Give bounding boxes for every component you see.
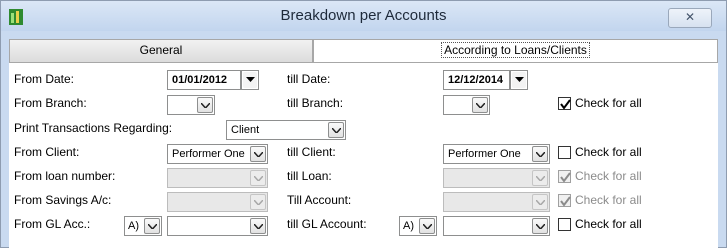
- title-bar: Breakdown per Accounts ✕: [1, 1, 726, 31]
- chevron-down-icon: [536, 224, 545, 229]
- from-savings-label: From Savings A/c:: [14, 193, 112, 207]
- client-check-all-checkbox[interactable]: [558, 146, 571, 159]
- branch-check-all-label: Check for all: [575, 96, 642, 110]
- close-button[interactable]: ✕: [668, 8, 712, 28]
- close-icon: ✕: [684, 10, 696, 24]
- till-gl-prefix-value: A): [403, 220, 414, 232]
- till-account-label: Till Account:: [287, 193, 352, 207]
- chevron-down-icon: [423, 224, 432, 229]
- window-title: Breakdown per Accounts: [280, 7, 447, 24]
- chevron-down-icon: [515, 77, 524, 82]
- client-check-all-label: Check for all: [575, 145, 642, 159]
- chevron-down-icon: [201, 103, 210, 108]
- chevron-down-icon: [536, 152, 545, 157]
- from-branch-label: From Branch:: [14, 96, 87, 110]
- print-regarding-select[interactable]: Client: [226, 120, 346, 140]
- from-gl-label: From GL Acc.:: [14, 217, 91, 231]
- savings-check-all-label: Check for all: [575, 193, 642, 207]
- chevron-down-icon: [536, 200, 545, 205]
- till-account-select: [443, 192, 550, 212]
- till-date-label: till Date:: [287, 72, 331, 86]
- from-savings-select: [167, 192, 268, 212]
- till-client-select[interactable]: Performer One: [443, 144, 550, 164]
- till-loan-label: till Loan:: [287, 169, 332, 183]
- from-loan-label: From loan number:: [14, 169, 116, 183]
- from-date-value: 01/01/2012: [172, 74, 228, 86]
- from-client-value: Performer One: [172, 148, 245, 160]
- tab-divider: [9, 62, 718, 63]
- till-gl-prefix-select[interactable]: A): [399, 216, 437, 236]
- till-gl-select[interactable]: [443, 216, 550, 236]
- chevron-down-icon: [476, 103, 485, 108]
- tab-loans-clients-label: According to Loans/Clients: [441, 42, 590, 58]
- loan-check-all-label: Check for all: [575, 169, 642, 183]
- chevron-down-icon: [148, 224, 157, 229]
- chevron-down-icon: [254, 224, 263, 229]
- chevron-down-icon: [254, 152, 263, 157]
- till-client-value: Performer One: [448, 148, 521, 160]
- from-client-select[interactable]: Performer One: [167, 144, 268, 164]
- from-date-field[interactable]: 01/01/2012: [167, 70, 241, 90]
- checkmark-icon: [560, 99, 571, 110]
- from-gl-select[interactable]: [167, 216, 268, 236]
- tab-general[interactable]: General: [9, 39, 313, 62]
- chevron-down-icon: [332, 128, 341, 133]
- till-branch-label: till Branch:: [287, 96, 344, 110]
- savings-check-all-checkbox[interactable]: [558, 194, 571, 207]
- till-client-label: till Client:: [287, 145, 336, 159]
- till-gl-label: till GL Account:: [287, 217, 367, 231]
- print-regarding-value: Client: [231, 124, 260, 136]
- from-client-label: From Client:: [14, 145, 80, 159]
- from-branch-select[interactable]: [167, 95, 215, 115]
- checkmark-icon: [560, 196, 571, 207]
- tab-loans-clients[interactable]: According to Loans/Clients: [313, 39, 718, 62]
- dialog-content: General According to Loans/Clients From …: [9, 39, 718, 249]
- chevron-down-icon: [254, 176, 263, 181]
- gl-check-all-checkbox[interactable]: [558, 218, 571, 231]
- from-gl-prefix-select[interactable]: A): [124, 216, 162, 236]
- chevron-down-icon: [536, 176, 545, 181]
- till-date-field[interactable]: 12/12/2014: [443, 70, 510, 90]
- gl-check-all-label: Check for all: [575, 217, 642, 231]
- loan-check-all-checkbox[interactable]: [558, 170, 571, 183]
- chevron-down-icon: [254, 200, 263, 205]
- chevron-down-icon: [246, 77, 255, 82]
- checkmark-icon: [560, 172, 571, 183]
- branch-check-all-checkbox[interactable]: [558, 97, 571, 110]
- from-date-label: From Date:: [14, 72, 75, 86]
- breakdown-window: Breakdown per Accounts ✕ General Accordi…: [0, 0, 727, 249]
- from-loan-select: [167, 168, 268, 188]
- from-date-picker-button[interactable]: [241, 70, 259, 90]
- till-date-value: 12/12/2014: [448, 74, 504, 86]
- from-gl-prefix-value: A): [128, 220, 139, 232]
- till-branch-select[interactable]: [443, 95, 490, 115]
- till-date-picker-button[interactable]: [510, 70, 528, 90]
- till-loan-select: [443, 168, 550, 188]
- print-regarding-label: Print Transactions Regarding:: [14, 121, 173, 135]
